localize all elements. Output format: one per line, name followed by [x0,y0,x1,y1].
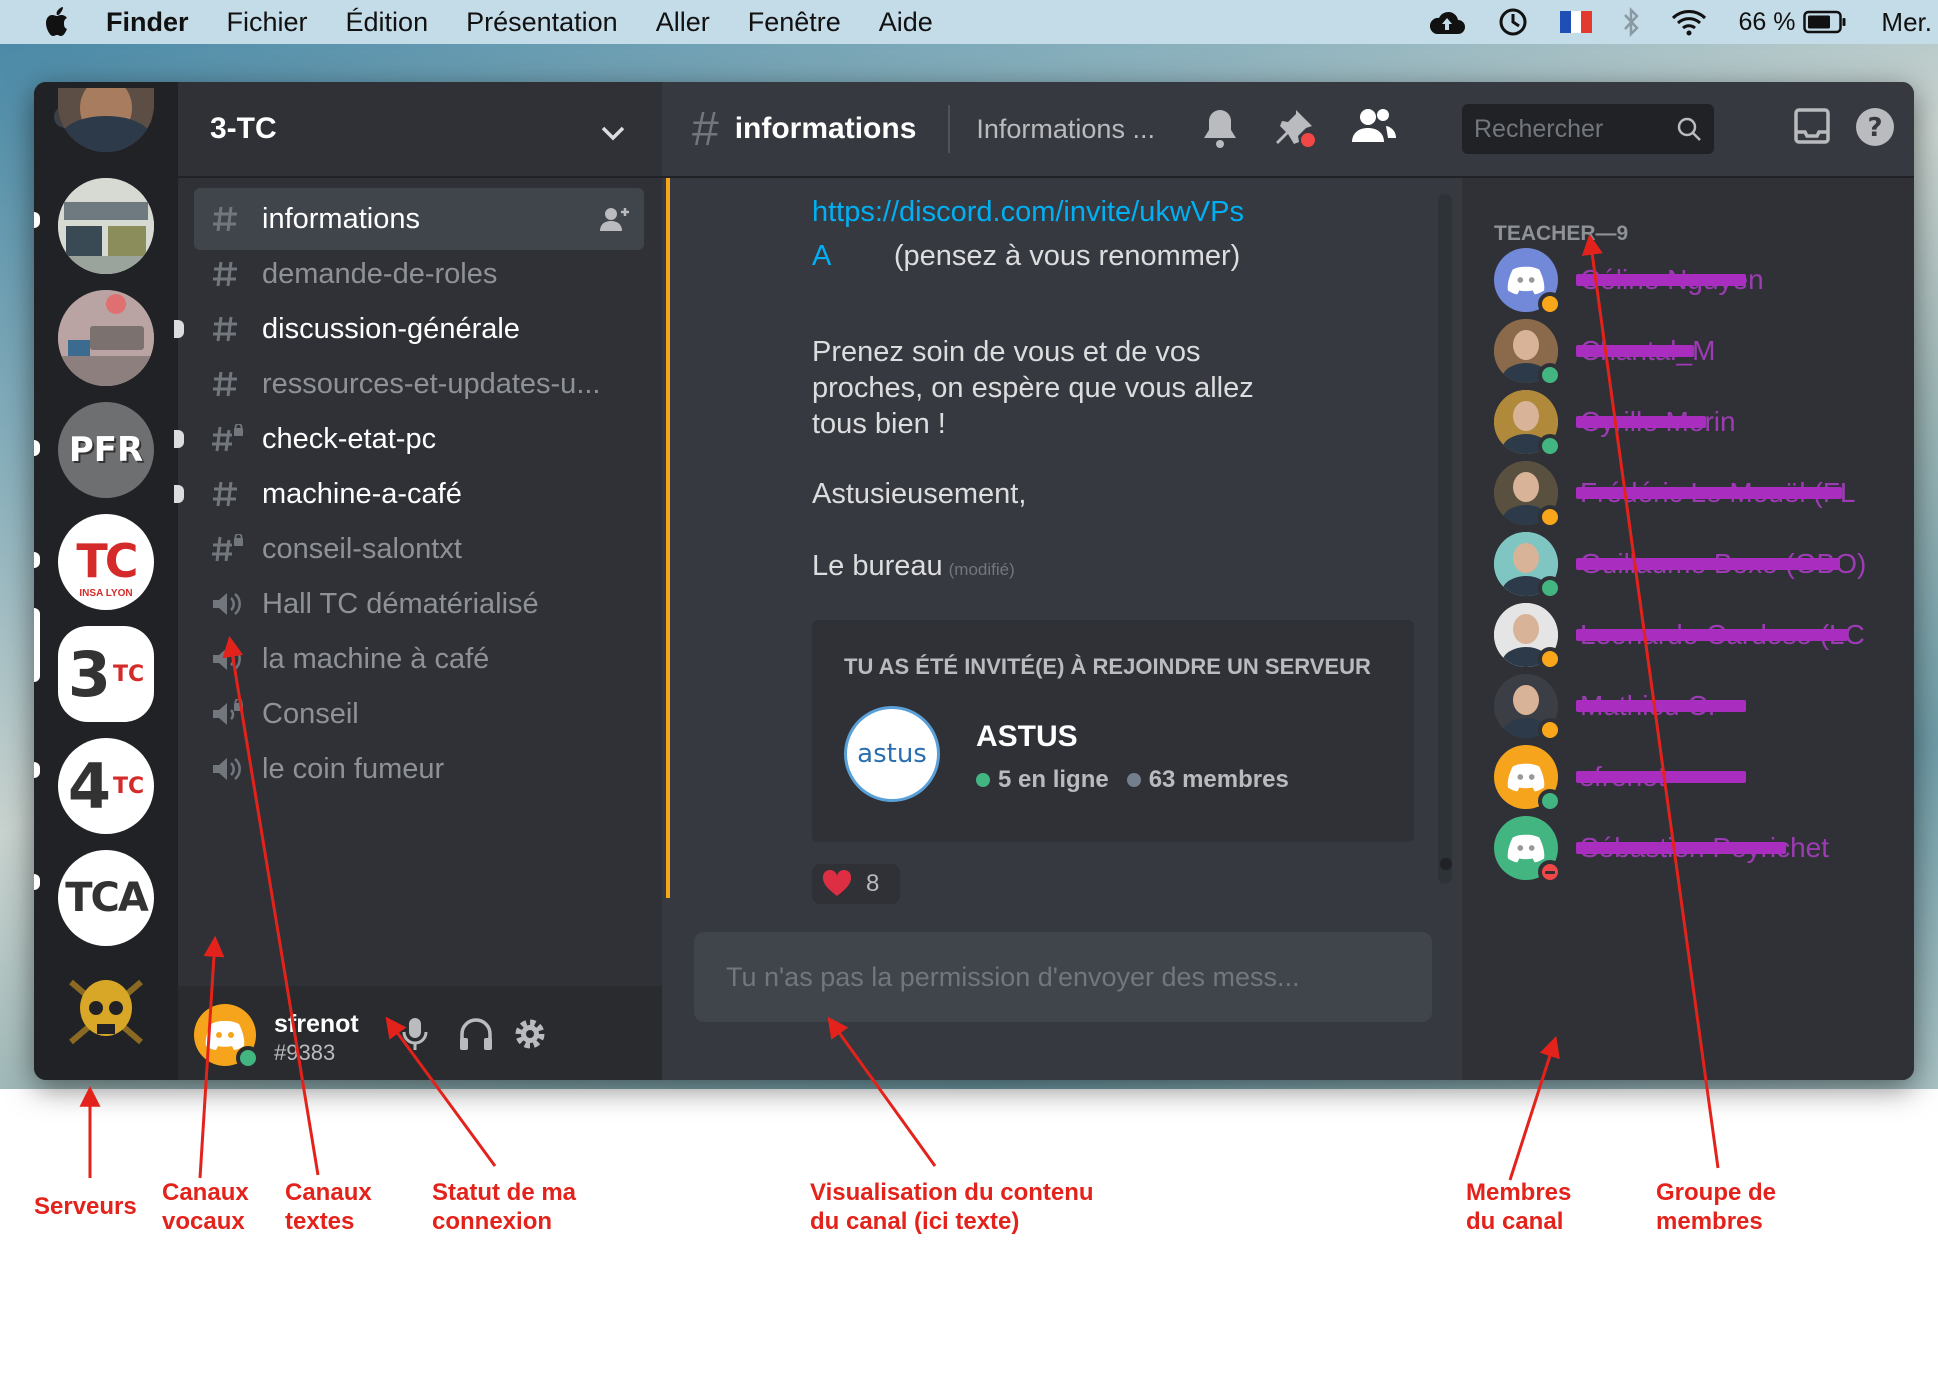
pinned-messages-icon[interactable] [1274,106,1318,155]
help-icon[interactable]: ? [1854,106,1896,153]
annotation-content-line2: du canal (ici texte) [810,1208,1020,1235]
member-list-icon[interactable] [1350,106,1398,151]
notification-bell-icon[interactable] [1200,106,1240,155]
annotation-text-channels: Canaux textes [285,1178,372,1236]
annotation-members-line2: du canal [1466,1208,1564,1235]
annotation-members-line1: Membres [1466,1179,1572,1206]
annotation-text-line2: textes [285,1208,355,1235]
annotation-voice-line2: vocaux [162,1208,245,1235]
arrow-voice-channels [198,935,225,1179]
annotation-servers: Serveurs [34,1193,137,1220]
annotation-text-line1: Canaux [285,1179,372,1206]
search-input[interactable]: Rechercher [1462,104,1714,154]
arrow-connection-status [385,1016,497,1167]
annotation-channel-content: Visualisation du contenu du canal (ici t… [810,1178,1094,1236]
inbox-icon[interactable] [1792,106,1832,151]
text-channel-icon: # [692,102,719,156]
arrow-channel-content [827,1016,937,1167]
arrow-member-group [1581,233,1720,1169]
channel-topic[interactable]: Informations ... [976,114,1155,145]
annotation-channel-members: Membres du canal [1466,1178,1571,1236]
annotation-member-group: Groupe de membres [1656,1178,1776,1236]
svg-text:?: ? [1867,113,1882,143]
channel-title: informations [734,112,917,145]
annotation-connection-status: Statut de ma connexion [432,1178,576,1236]
arrow-channel-members [1508,1036,1560,1181]
annotation-voice-line1: Canaux [162,1179,249,1206]
annotation-voice-channels: Canaux vocaux [162,1178,249,1236]
arrow-text-channels [222,635,320,1176]
annotation-group-line1: Groupe de [1656,1179,1777,1206]
search-placeholder: Rechercher [1474,114,1604,143]
annotation-group-line2: membres [1656,1208,1763,1235]
annotation-status-line1: Statut de ma [432,1179,577,1206]
search-icon [1676,116,1702,149]
annotation-arrows [79,233,1720,1181]
annotation-content-line1: Visualisation du contenu [810,1179,1094,1206]
header-divider [948,105,951,153]
chat-header: # informations Informations ... Recherch… [662,82,1914,178]
annotation-status-line2: connexion [432,1208,553,1235]
